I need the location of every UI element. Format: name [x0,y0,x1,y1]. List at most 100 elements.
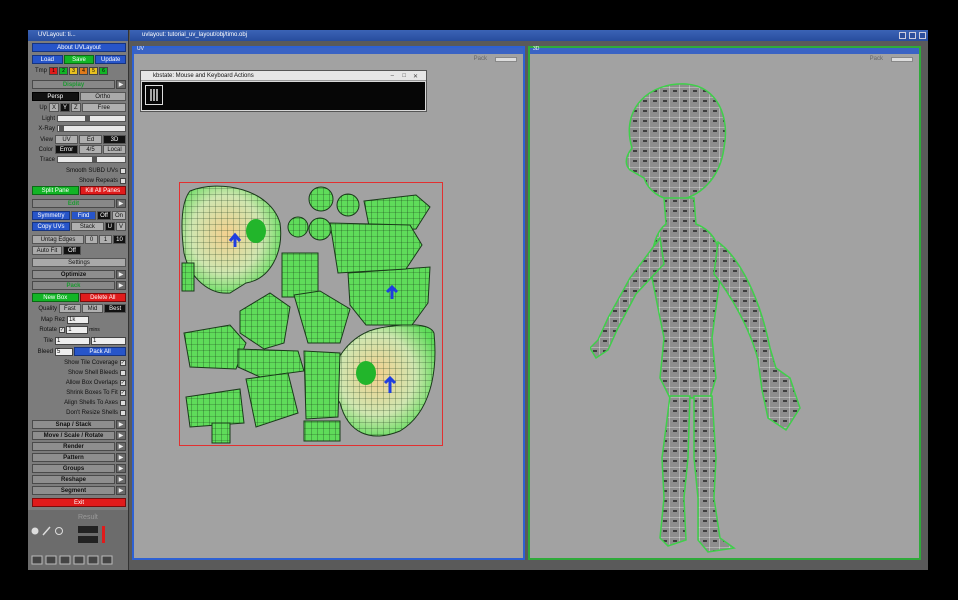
optimize-section[interactable]: Optimize [32,270,115,279]
load-button[interactable]: Load [32,55,63,64]
tmp-slot-1[interactable]: 1 [49,66,58,75]
section-arrow-icon[interactable]: ▶ [116,442,126,451]
about-button[interactable]: About UVLayout [32,43,126,52]
maximize-icon[interactable] [909,32,916,39]
tmp-slot-3[interactable]: 3 [69,66,78,75]
tmp-slot-2[interactable]: 2 [59,66,68,75]
symmetry-on[interactable]: On [111,211,126,220]
snap-stack-section[interactable]: Snap / Stack [32,420,115,429]
show-repeats-checkbox[interactable] [120,177,126,184]
character-model[interactable] [590,78,810,558]
view-3d[interactable]: 3D [103,135,126,144]
move-scale-rotate-section[interactable]: Move / Scale / Rotate [32,431,115,440]
section-arrow-icon[interactable]: ▶ [116,420,126,429]
copy-u[interactable]: U [104,222,115,231]
settings-button[interactable]: Settings [32,258,126,267]
light-slider[interactable] [57,115,126,122]
up-x[interactable]: X [49,103,60,112]
tmp-slot-4[interactable]: 4 [79,66,88,75]
copy-v[interactable]: V [115,222,126,231]
symmetry-off[interactable]: Off [97,211,111,220]
section-arrow-icon[interactable]: ▶ [116,431,126,440]
delete-all-button[interactable]: Delete All [79,293,126,302]
untag-0[interactable]: 0 [85,235,98,244]
rotate-field[interactable]: 1 [66,325,89,334]
option-checkbox[interactable]: ✓ [119,379,126,386]
quality-mid[interactable]: Mid [81,304,104,313]
option-checkbox[interactable]: ✓ [119,359,126,366]
display-section[interactable]: Display [32,80,115,89]
section-arrow-icon[interactable]: ▶ [116,486,126,495]
view-uv[interactable]: UV [55,135,78,144]
view-ed[interactable]: Ed [79,135,102,144]
auto-fit-off[interactable]: Off [63,246,81,255]
new-box-button[interactable]: New Box [32,293,79,302]
rotate-checkbox[interactable]: ✓ [59,326,66,333]
auto-fit-button[interactable]: Auto Fit [32,246,62,255]
stack-toggle[interactable]: Stack [71,222,104,231]
light-label: Light [41,115,55,122]
tile-v-field[interactable]: 1 [91,336,126,345]
tool-icons[interactable] [30,526,70,536]
color-error[interactable]: Error [55,145,78,154]
symmetry-find[interactable]: Find [71,211,97,220]
edit-section[interactable]: Edit [32,199,115,208]
persp-button[interactable]: Persp [32,92,79,101]
reshape-section[interactable]: Reshape [32,475,115,484]
tmp-slot-5[interactable]: 5 [89,66,98,75]
xray-slider[interactable] [57,125,126,132]
up-free[interactable]: Free [81,103,126,112]
kill-panes-button[interactable]: Kill All Panes [79,186,126,195]
option-checkbox[interactable] [120,369,126,376]
option-checkbox[interactable]: ✓ [119,389,126,396]
kbstate-maximize-icon[interactable]: □ [402,73,406,79]
groups-section[interactable]: Groups [32,464,115,473]
pack-arrow-icon[interactable]: ▶ [116,281,126,290]
segment-section[interactable]: Segment [32,486,115,495]
update-button[interactable]: Update [95,55,127,64]
render-section[interactable]: Render [32,442,115,451]
kbstate-close-icon[interactable]: ✕ [413,73,418,80]
ortho-button[interactable]: Ortho [79,92,126,101]
copy-uvs-button[interactable]: Copy UVs [32,222,70,231]
minimize-icon[interactable] [899,32,906,39]
up-z[interactable]: Z [71,103,81,112]
untag-10[interactable]: 10 [113,235,126,244]
quality-best[interactable]: Best [104,304,127,313]
option-checkbox[interactable] [120,409,126,416]
smooth-checkbox[interactable] [120,167,126,174]
uv-shells[interactable] [180,183,444,447]
model-viewport[interactable]: 3D Pack [528,46,921,560]
option-checkbox[interactable] [120,399,126,406]
exit-button[interactable]: Exit [32,498,126,507]
tmp-slot-6[interactable]: 6 [99,66,108,75]
color-local[interactable]: Local [103,145,126,154]
up-y[interactable]: Y [60,103,71,112]
color-ratio[interactable]: 4/5 [79,145,102,154]
close-icon[interactable] [919,32,926,39]
display-arrow-icon[interactable]: ▶ [116,80,126,89]
pattern-section[interactable]: Pattern [32,453,115,462]
optimize-arrow-icon[interactable]: ▶ [116,270,126,279]
section-arrow-icon[interactable]: ▶ [116,464,126,473]
tile-u-field[interactable]: 1 [55,336,90,345]
edit-arrow-icon[interactable]: ▶ [116,199,126,208]
untag-1[interactable]: 1 [99,235,112,244]
kbstate-minimize-icon[interactable]: – [391,73,394,79]
map-rez-field[interactable]: 1k [67,315,89,324]
uv-tile[interactable] [179,182,443,446]
trace-slider[interactable] [57,156,126,163]
kbstate-window[interactable]: kbstate: Mouse and Keyboard Actions – □ … [140,70,427,112]
untag-edges-button[interactable]: Untag Edges [32,235,84,244]
symmetry-button[interactable]: Symmetry [32,211,70,220]
uv-viewport[interactable]: UV Pack kbstate: Mouse and Keyboard Acti… [132,46,525,560]
pack-all-button[interactable]: Pack All [74,347,126,356]
view-icons[interactable] [30,554,126,566]
section-arrow-icon[interactable]: ▶ [116,453,126,462]
bleed-field[interactable]: 5 [55,347,73,356]
save-button[interactable]: Save [63,55,95,64]
pack-section[interactable]: Pack [32,281,115,290]
quality-fast[interactable]: Fast [59,304,81,313]
split-pane-button[interactable]: Split Pane [32,186,79,195]
section-arrow-icon[interactable]: ▶ [116,475,126,484]
